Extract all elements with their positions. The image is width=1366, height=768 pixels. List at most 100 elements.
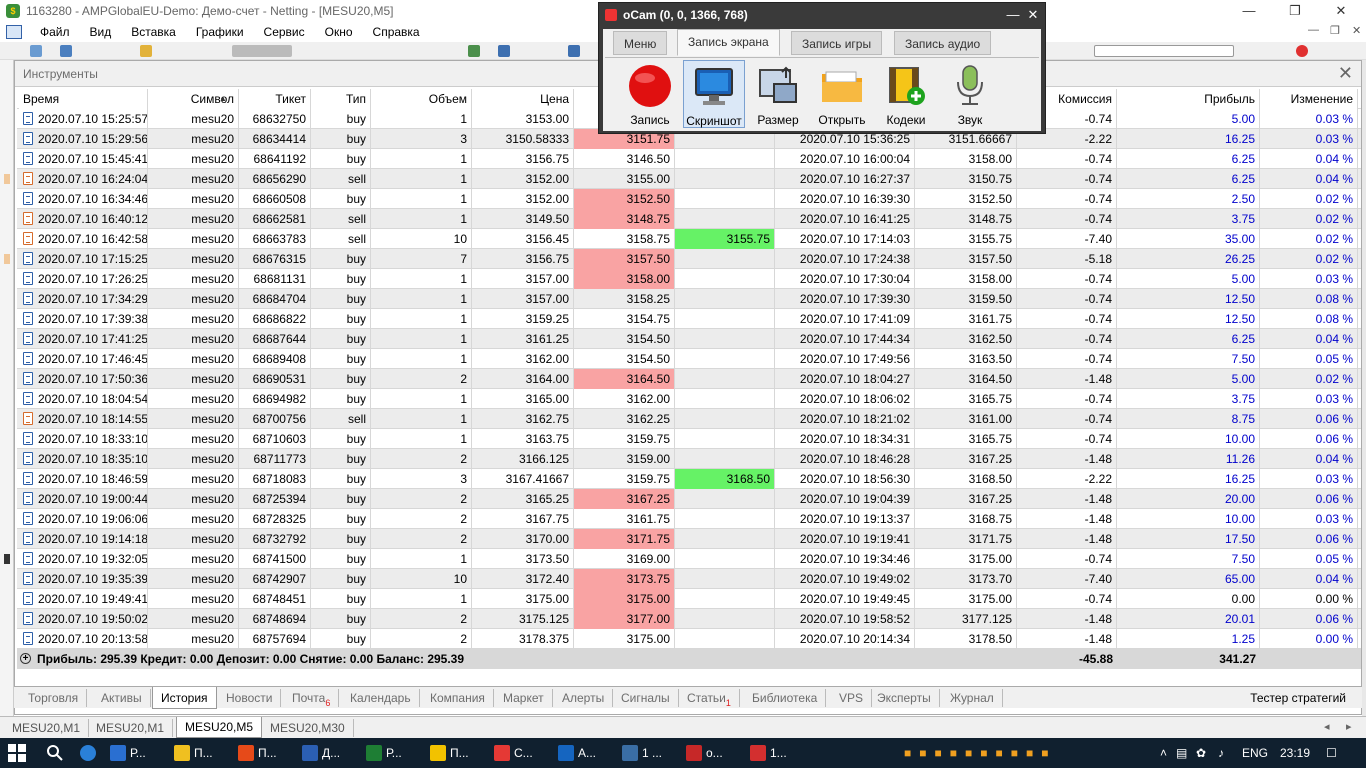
chevron-left-icon[interactable]: ◂ <box>1324 720 1330 733</box>
app-11-icon[interactable]: 1... <box>750 741 787 765</box>
ocam-tab-menu[interactable]: Меню <box>613 31 668 55</box>
col-change-header[interactable]: Изменение <box>1260 89 1358 109</box>
col-profit-header[interactable]: Прибыль <box>1117 89 1260 109</box>
ocam-tab-audio-record[interactable]: Запись аудио <box>894 31 992 55</box>
minimize-button[interactable]: — <box>1226 0 1272 22</box>
mdi-minimize-icon[interactable]: — <box>1308 24 1319 36</box>
chart-tab-3[interactable]: MESU20,M30 <box>262 719 354 737</box>
record-button[interactable]: Запись <box>619 60 681 128</box>
tab-6[interactable]: Компания <box>422 689 494 707</box>
new-chart-icon[interactable] <box>30 45 42 57</box>
table-row[interactable]: 2020.07.10 18:04:54 mesu20 68694982 buy 1 316… <box>17 389 1361 409</box>
table-row[interactable]: 2020.07.10 17:39:38 mesu20 68686822 buy 1 315… <box>17 309 1361 329</box>
notification-icon[interactable]: ☐ <box>1326 738 1337 768</box>
app-10-icon[interactable]: о... <box>686 741 723 765</box>
tab-4[interactable]: Почта6 <box>284 689 340 708</box>
screenshot-button[interactable]: Скриншот <box>683 60 745 128</box>
sound-button[interactable]: Звук <box>939 60 1001 128</box>
chart-window-icon[interactable] <box>6 25 22 39</box>
table-row[interactable]: 2020.07.10 18:14:55 mesu20 68700756 sell 1 31… <box>17 409 1361 429</box>
chevron-right-icon[interactable]: ▸ <box>1346 720 1352 733</box>
tab-3[interactable]: Новости <box>218 689 282 707</box>
menu-help[interactable]: Справка <box>363 22 430 42</box>
table-row[interactable]: 2020.07.10 17:34:29 mesu20 68684704 buy 1 315… <box>17 289 1361 309</box>
resize-button[interactable]: Размер <box>747 60 809 128</box>
edge-icon[interactable] <box>80 741 100 765</box>
table-row[interactable]: 2020.07.10 19:49:41 mesu20 68748451 buy 1 317… <box>17 589 1361 609</box>
tab-9[interactable]: Сигналы <box>613 689 679 707</box>
table-row[interactable]: 2020.07.10 16:42:58 mesu20 68663783 sell 10 3… <box>17 229 1361 249</box>
table-row[interactable]: 2020.07.10 15:45:41 mesu20 68641192 buy 1 315… <box>17 149 1361 169</box>
ocam-tab-screen-record[interactable]: Запись экрана <box>677 29 780 56</box>
period-icon[interactable] <box>498 45 510 57</box>
col-price-header[interactable]: Цена <box>472 89 574 109</box>
table-row[interactable]: 2020.07.10 16:34:46 mesu20 68660508 buy 1 315… <box>17 189 1361 209</box>
windows-start-icon[interactable] <box>8 741 38 765</box>
ocam-minimize-icon[interactable]: — <box>1003 5 1023 25</box>
menu-window[interactable]: Окно <box>315 22 363 42</box>
app-2-icon[interactable]: П... <box>174 741 213 765</box>
table-row[interactable]: 2020.07.10 17:15:25 mesu20 68676315 buy 7 315… <box>17 249 1361 269</box>
search-icon[interactable] <box>46 741 64 765</box>
menu-insert[interactable]: Вставка <box>121 22 186 42</box>
table-row[interactable]: 2020.07.10 18:35:10 mesu20 68711773 buy 2 316… <box>17 449 1361 469</box>
col-type-header[interactable]: Тип <box>311 89 371 109</box>
chart-tab-0[interactable]: MESU20,M1 <box>4 719 90 737</box>
toolbar-button-icon[interactable] <box>232 45 292 57</box>
keyboard-language[interactable]: ENG <box>1242 738 1268 768</box>
tab-12[interactable]: VPS <box>831 689 873 707</box>
search-icon[interactable] <box>568 45 580 57</box>
table-row[interactable]: 2020.07.10 19:00:44 mesu20 68725394 buy 2 316… <box>17 489 1361 509</box>
table-row[interactable]: 2020.07.10 17:46:45 mesu20 68689408 buy 1 316… <box>17 349 1361 369</box>
ocam-close-icon[interactable]: ✕ <box>1023 5 1043 25</box>
menu-tools[interactable]: Сервис <box>254 22 315 42</box>
table-row[interactable]: 2020.07.10 20:13:58 mesu20 68757694 buy 2 317… <box>17 629 1361 649</box>
app-4-icon[interactable]: Д... <box>302 741 340 765</box>
app-9-icon[interactable]: 1 ... <box>622 741 662 765</box>
col-time-header[interactable]: Время <box>19 89 148 109</box>
network-icon[interactable]: ▤ <box>1176 738 1187 768</box>
tab-7[interactable]: Маркет <box>495 689 553 707</box>
table-row[interactable]: 2020.07.10 19:06:06 mesu20 68728325 buy 2 316… <box>17 509 1361 529</box>
tab-11[interactable]: Библиотека <box>744 689 827 707</box>
table-row[interactable]: 2020.07.10 18:46:59 mesu20 68718083 buy 3 316… <box>17 469 1361 489</box>
menu-view[interactable]: Вид <box>80 22 122 42</box>
table-row[interactable]: 2020.07.10 16:40:12 mesu20 68662581 sell 1 31… <box>17 209 1361 229</box>
search-field-icon[interactable] <box>1094 45 1234 57</box>
tab-13[interactable]: Эксперты <box>869 689 940 707</box>
open-button[interactable]: Открыть <box>811 60 873 128</box>
crosshair-icon[interactable] <box>468 45 480 57</box>
mdi-restore-icon[interactable]: ❐ <box>1330 24 1340 37</box>
tab-8[interactable]: Алерты <box>554 689 614 707</box>
table-row[interactable]: 2020.07.10 19:14:18 mesu20 68732792 buy 2 317… <box>17 529 1361 549</box>
volume-icon[interactable]: ♪ <box>1218 738 1224 768</box>
ocam-tab-game-record[interactable]: Запись игры <box>791 31 883 55</box>
tab-10[interactable]: Статьи1 <box>679 689 740 708</box>
col-volume-header[interactable]: Объем <box>371 89 472 109</box>
table-row[interactable]: 2020.07.10 17:50:36 mesu20 68690531 buy 2 316… <box>17 369 1361 389</box>
chart-tab-1[interactable]: MESU20,M1 <box>88 719 174 737</box>
chart-tab-2[interactable]: MESU20,M5 <box>176 717 263 738</box>
app-8-icon[interactable]: А... <box>558 741 596 765</box>
table-row[interactable]: 2020.07.10 19:32:05 mesu20 68741500 buy 1 317… <box>17 549 1361 569</box>
app-6-icon[interactable]: П... <box>430 741 469 765</box>
profiles-icon[interactable] <box>60 45 72 57</box>
close-icon[interactable]: ✕ <box>1338 63 1353 84</box>
clock[interactable]: 23:19 <box>1280 738 1310 768</box>
expand-icon[interactable]: + <box>20 653 31 664</box>
app-5-icon[interactable]: Р... <box>366 741 402 765</box>
table-row[interactable]: 2020.07.10 19:50:02 mesu20 68748694 buy 2 317… <box>17 609 1361 629</box>
close-button[interactable]: ✕ <box>1318 0 1364 22</box>
mdi-close-icon[interactable]: ✕ <box>1352 24 1361 37</box>
chevron-up-icon[interactable]: ˄ <box>1160 738 1167 768</box>
app-3-icon[interactable]: П... <box>238 741 277 765</box>
codecs-button[interactable]: Кодеки <box>875 60 937 128</box>
tab-2[interactable]: История <box>152 687 217 709</box>
strategy-tester-button[interactable]: Тестер стратегий <box>1250 689 1346 707</box>
restore-button[interactable]: ❐ <box>1272 0 1318 22</box>
tab-1[interactable]: Активы <box>93 689 151 707</box>
wifi-icon[interactable]: ✿ <box>1196 738 1206 768</box>
tab-5[interactable]: Календарь <box>342 689 420 707</box>
table-row[interactable]: 2020.07.10 17:41:25 mesu20 68687644 buy 1 316… <box>17 329 1361 349</box>
table-row[interactable]: 2020.07.10 19:35:39 mesu20 68742907 buy 10 31… <box>17 569 1361 589</box>
